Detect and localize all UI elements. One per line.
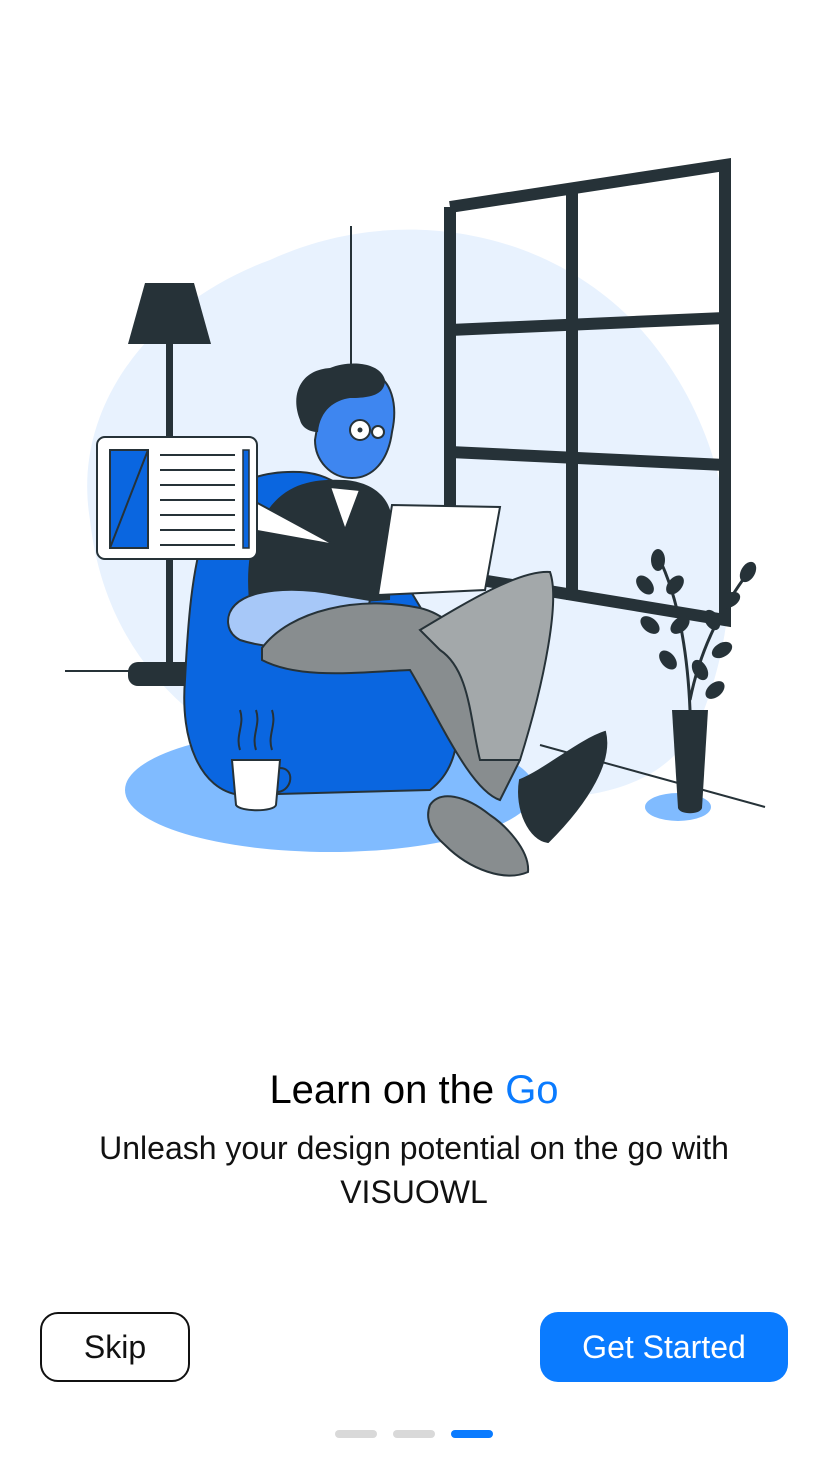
pagination-dot-1[interactable] (335, 1430, 377, 1438)
page-title: Learn on the Go (0, 1064, 828, 1116)
onboarding-illustration (65, 158, 766, 877)
title-prefix: Learn on the (269, 1068, 506, 1112)
get-started-button[interactable]: Get Started (540, 1312, 788, 1382)
title-accent: Go (505, 1068, 559, 1112)
pagination-dot-3[interactable] (451, 1430, 493, 1438)
pagination-dot-2[interactable] (393, 1430, 435, 1438)
pagination-indicator (0, 1430, 828, 1438)
skip-button[interactable]: Skip (40, 1312, 190, 1382)
page-subtitle: Unleash your design potential on the go … (99, 1130, 729, 1210)
laptop (376, 503, 502, 597)
